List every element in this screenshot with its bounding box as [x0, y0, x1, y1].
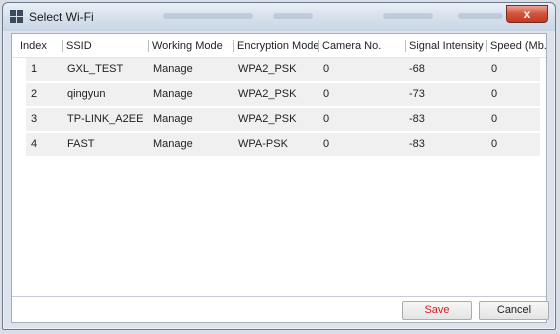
cell-signal-intensity: -73	[409, 88, 425, 100]
cell-speed: 0	[491, 63, 498, 75]
wifi-list-panel: Index SSID Working Mode Encryption Mode …	[11, 33, 549, 323]
cell-encryption-mode: WPA2_PSK	[238, 88, 297, 100]
column-header-camera-no[interactable]: Camera No.	[318, 34, 381, 58]
cell-camera-no: 0	[323, 88, 330, 100]
cell-ssid: FAST	[67, 138, 95, 150]
table-row[interactable]: 4 FAST Manage WPA-PSK 0 -83 0	[26, 133, 540, 156]
title-bar[interactable]: Select Wi-Fi x	[3, 3, 555, 31]
title-bar-blur	[163, 13, 253, 19]
dialog-title: Select Wi-Fi	[29, 10, 94, 24]
app-icon	[10, 10, 23, 23]
title-bar-blur	[383, 13, 433, 19]
cell-ssid: qingyun	[67, 88, 106, 100]
cell-encryption-mode: WPA2_PSK	[238, 63, 297, 75]
cell-signal-intensity: -83	[409, 113, 425, 125]
column-header-signal-intensity[interactable]: Signal Intensity	[405, 34, 484, 58]
select-wifi-dialog: Select Wi-Fi x Index SSID Working Mode E…	[2, 2, 556, 330]
cell-working-mode: Manage	[153, 88, 193, 100]
column-header-ssid[interactable]: SSID	[62, 34, 92, 58]
column-header-working-mode[interactable]: Working Mode	[148, 34, 223, 58]
cell-index: 1	[31, 63, 38, 75]
title-bar-blur	[458, 13, 503, 19]
table-header: Index SSID Working Mode Encryption Mode …	[12, 34, 546, 58]
cell-index: 3	[31, 113, 38, 125]
table-row[interactable]: 1 GXL_TEST Manage WPA2_PSK 0 -68 0	[26, 58, 540, 81]
cell-encryption-mode: WPA2_PSK	[238, 113, 297, 125]
cell-working-mode: Manage	[153, 138, 193, 150]
dialog-footer: Save Cancel	[12, 296, 549, 322]
cell-speed: 0	[491, 88, 498, 100]
cell-camera-no: 0	[323, 113, 330, 125]
column-header-speed[interactable]: Speed (Mb...	[486, 34, 546, 58]
close-icon: x	[523, 7, 531, 21]
cell-working-mode: Manage	[153, 63, 193, 75]
column-header-index[interactable]: Index	[20, 34, 47, 58]
close-button[interactable]: x	[506, 5, 548, 23]
cell-camera-no: 0	[323, 63, 330, 75]
cell-index: 2	[31, 88, 38, 100]
cell-speed: 0	[491, 138, 498, 150]
column-header-encryption-mode[interactable]: Encryption Mode	[233, 34, 320, 58]
cell-ssid: GXL_TEST	[67, 63, 124, 75]
cell-encryption-mode: WPA-PSK	[238, 138, 288, 150]
table-row[interactable]: 3 TP-LINK_A2EE Manage WPA2_PSK 0 -83 0	[26, 108, 540, 131]
cell-index: 4	[31, 138, 38, 150]
table-row[interactable]: 2 qingyun Manage WPA2_PSK 0 -73 0	[26, 83, 540, 106]
cell-signal-intensity: -83	[409, 138, 425, 150]
cell-signal-intensity: -68	[409, 63, 425, 75]
cell-speed: 0	[491, 113, 498, 125]
cell-working-mode: Manage	[153, 113, 193, 125]
wifi-table-body: 1 GXL_TEST Manage WPA2_PSK 0 -68 0 2 qin…	[26, 58, 540, 158]
save-button[interactable]: Save	[402, 301, 472, 320]
title-bar-blur	[273, 13, 313, 19]
cancel-button[interactable]: Cancel	[479, 301, 549, 320]
cell-ssid: TP-LINK_A2EE	[67, 113, 144, 125]
cell-camera-no: 0	[323, 138, 330, 150]
